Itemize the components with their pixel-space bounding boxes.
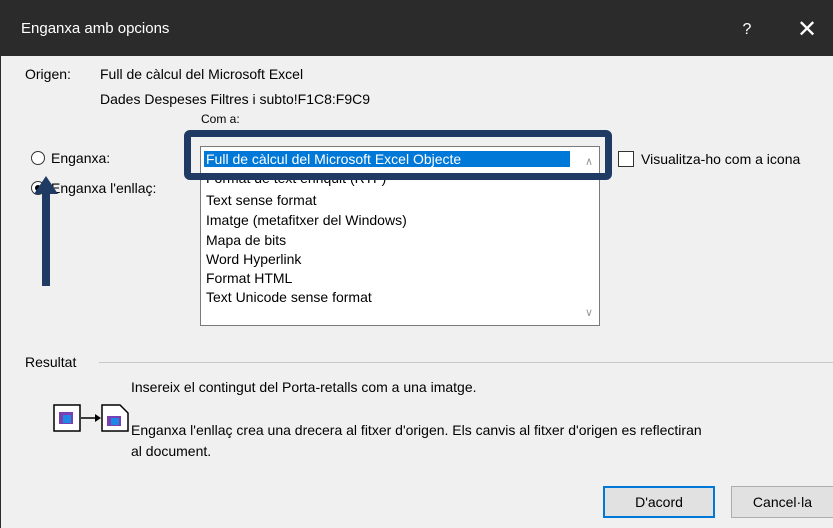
- title-bar: Enganxa amb opcions ? ✕: [1, 0, 833, 56]
- dialog-title: Enganxa amb opcions: [21, 20, 170, 37]
- origin-label: Origen:: [25, 66, 71, 82]
- display-as-icon-label: Visualitza-ho com a icona: [641, 151, 801, 167]
- origin-source-range: Dades Despeses Filtres i subto!F1C8:F9C9: [100, 91, 370, 107]
- paste-link-radio-label: Enganxa l'enllaç:: [51, 180, 157, 196]
- list-item[interactable]: Imatge (metafitxer del Windows): [206, 212, 407, 228]
- list-item[interactable]: Text Unicode sense format: [206, 289, 372, 305]
- ok-button[interactable]: D'acord: [603, 486, 715, 518]
- result-description-2-line1: Enganxa l'enllaç crea una drecera al fit…: [131, 422, 702, 438]
- paste-radio-circle[interactable]: [31, 151, 45, 165]
- scroll-down-icon[interactable]: ∨: [585, 306, 593, 319]
- result-description-2-line2: al document.: [131, 443, 212, 459]
- result-divider: [99, 362, 833, 363]
- cancel-button[interactable]: Cancel·la: [731, 486, 833, 518]
- result-description-2: Enganxa l'enllaç crea una drecera al fit…: [131, 420, 831, 462]
- annotation-arrow-icon: [34, 176, 58, 286]
- as-label: Com a:: [201, 112, 240, 126]
- help-button[interactable]: ?: [733, 16, 761, 44]
- paste-link-result-icon: [53, 404, 129, 432]
- list-item[interactable]: Text sense format: [206, 192, 317, 208]
- paste-special-dialog: Enganxa amb opcions ? ✕ Origen: Full de …: [0, 0, 833, 528]
- result-description-1: Insereix el contingut del Porta-retalls …: [131, 379, 477, 395]
- annotation-highlight-box: [184, 130, 612, 180]
- close-button[interactable]: ✕: [787, 14, 827, 46]
- list-item[interactable]: Mapa de bits: [206, 232, 286, 248]
- result-section-label: Resultat: [25, 354, 77, 370]
- paste-radio[interactable]: Enganxa:: [31, 150, 110, 166]
- display-as-icon-checkbox[interactable]: [618, 151, 634, 167]
- paste-radio-label: Enganxa:: [51, 150, 111, 166]
- list-item[interactable]: Format HTML: [206, 270, 292, 286]
- list-item[interactable]: Word Hyperlink: [206, 251, 301, 267]
- origin-source-type: Full de càlcul del Microsoft Excel: [100, 66, 304, 82]
